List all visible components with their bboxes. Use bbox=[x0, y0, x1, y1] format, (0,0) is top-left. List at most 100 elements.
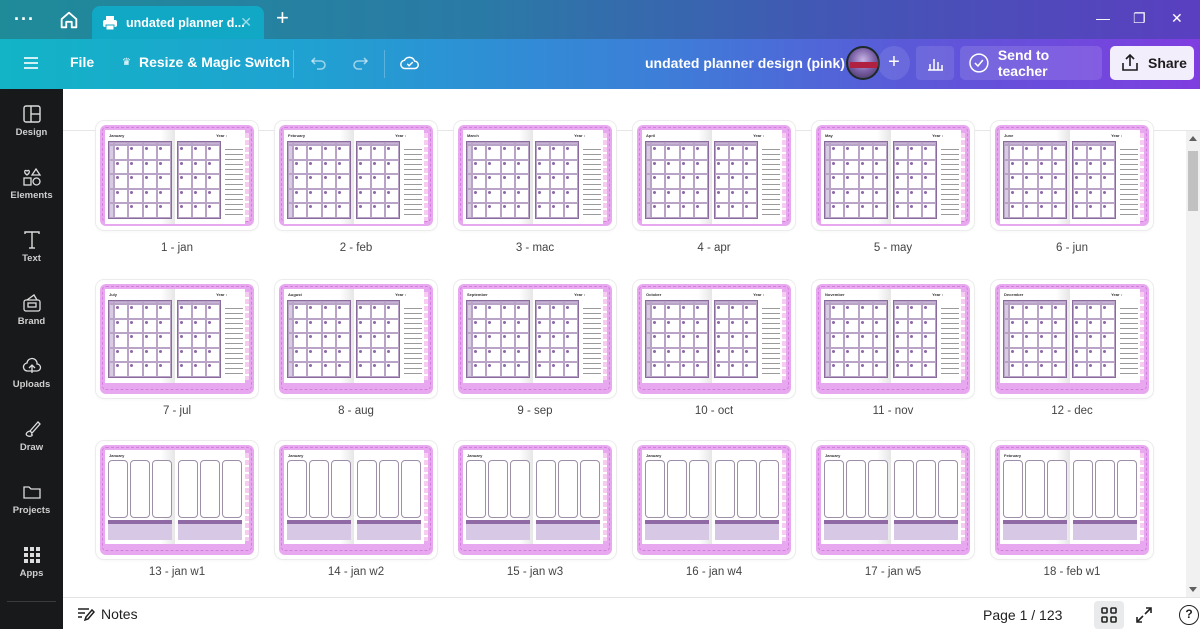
page-month-title: January bbox=[288, 453, 304, 458]
file-menu-button[interactable]: File bbox=[70, 54, 94, 70]
minimize-button[interactable]: — bbox=[1096, 10, 1110, 26]
page-thumbnail[interactable]: February bbox=[991, 441, 1153, 559]
side-tabs bbox=[782, 292, 786, 380]
day-column bbox=[1095, 460, 1115, 518]
home-icon[interactable] bbox=[58, 9, 80, 31]
sidebar-item-text[interactable]: Text bbox=[0, 230, 63, 286]
notes-box bbox=[287, 520, 351, 540]
scrollbar-thumb[interactable] bbox=[1188, 151, 1198, 211]
side-tabs bbox=[245, 133, 249, 221]
close-tab-icon[interactable]: ✕ bbox=[240, 14, 252, 31]
page-thumbnail[interactable]: October Year : bbox=[633, 280, 795, 398]
side-tabs bbox=[603, 292, 607, 380]
page-thumbnail[interactable]: January bbox=[275, 441, 437, 559]
sidebar-item-brand[interactable]: Brand bbox=[0, 293, 63, 349]
scroll-down-arrow[interactable] bbox=[1189, 587, 1197, 592]
sidebar-item-uploads[interactable]: Uploads bbox=[0, 356, 63, 412]
month-grid bbox=[1003, 141, 1067, 219]
browser-titlebar: ··· undated planner d... ✕ + — ❐ ✕ bbox=[0, 0, 1200, 39]
sidebar-item-projects[interactable]: Projects bbox=[0, 482, 63, 538]
fullscreen-icon[interactable] bbox=[1135, 606, 1153, 624]
page-thumbnail[interactable]: May Year : bbox=[812, 121, 974, 230]
page-thumbnail[interactable]: August Year : bbox=[275, 280, 437, 398]
day-column bbox=[824, 460, 844, 518]
sidebar-item-design[interactable]: Design bbox=[0, 104, 63, 160]
month-grid bbox=[287, 141, 351, 219]
page-thumbnail[interactable]: December Year : bbox=[991, 280, 1153, 398]
document-tab[interactable]: undated planner d... ✕ bbox=[92, 6, 264, 39]
redo-icon[interactable] bbox=[350, 53, 370, 73]
page-label: 4 - apr bbox=[697, 242, 731, 254]
notes-box bbox=[466, 520, 530, 540]
page-thumbnail[interactable]: January bbox=[96, 441, 258, 559]
page-month-title: August bbox=[288, 292, 302, 297]
day-column bbox=[1073, 460, 1093, 518]
left-page: January bbox=[284, 450, 354, 544]
insights-button[interactable] bbox=[916, 46, 954, 80]
notes-button[interactable]: Notes bbox=[77, 606, 138, 622]
page-thumbnail[interactable]: January bbox=[454, 441, 616, 559]
notes-lines bbox=[404, 145, 422, 217]
hamburger-icon[interactable] bbox=[22, 54, 40, 72]
month-grid bbox=[893, 141, 937, 219]
grid-view-button[interactable] bbox=[1094, 601, 1124, 629]
page-indicator: Page 1 / 123 bbox=[983, 607, 1063, 623]
sidebar-item-elements[interactable]: Elements bbox=[0, 167, 63, 223]
left-page: January bbox=[105, 130, 175, 224]
sidebar-item-apps[interactable]: Apps bbox=[0, 545, 63, 601]
sidebar-item-draw[interactable]: Draw bbox=[0, 419, 63, 475]
resize-magic-switch-button[interactable]: ♛ Resize & Magic Switch bbox=[122, 54, 290, 70]
restore-button[interactable]: ❐ bbox=[1133, 10, 1146, 27]
undo-icon[interactable] bbox=[309, 53, 329, 73]
share-button[interactable]: Share bbox=[1110, 46, 1194, 80]
page-thumbnail[interactable]: January bbox=[633, 441, 795, 559]
notes-box bbox=[536, 520, 600, 540]
scroll-up-arrow[interactable] bbox=[1189, 136, 1197, 141]
close-window-button[interactable]: ✕ bbox=[1171, 10, 1183, 27]
left-page: March bbox=[463, 130, 533, 224]
page-thumbnail[interactable]: January Year : bbox=[96, 121, 258, 230]
left-page: October bbox=[642, 289, 712, 383]
notes-lines bbox=[762, 145, 780, 217]
month-grid bbox=[535, 141, 579, 219]
cloud-check-icon[interactable] bbox=[399, 52, 421, 74]
page-thumbnail[interactable]: June Year : bbox=[991, 121, 1153, 230]
right-page: Year : bbox=[712, 130, 782, 224]
avatar[interactable] bbox=[846, 46, 880, 80]
page-thumbnail[interactable]: February Year : bbox=[275, 121, 437, 230]
page-thumbnail[interactable]: September Year : bbox=[454, 280, 616, 398]
month-grid bbox=[1072, 300, 1116, 378]
notes-box bbox=[824, 520, 888, 540]
new-tab-button[interactable]: + bbox=[276, 7, 289, 29]
cloud-upload-icon bbox=[22, 357, 41, 373]
notes-lines bbox=[1120, 304, 1138, 376]
page-label: 3 - mac bbox=[515, 242, 555, 254]
year-label: Year : bbox=[1111, 133, 1122, 138]
page-label: 15 - jan w3 bbox=[506, 566, 564, 578]
year-label: Year : bbox=[753, 133, 764, 138]
document-title[interactable]: undated planner design (pink) bbox=[645, 55, 845, 71]
send-to-teacher-button[interactable]: Send to teacher bbox=[960, 46, 1102, 80]
page-month-title: July bbox=[109, 292, 118, 297]
page-label: 7 - jul bbox=[162, 405, 192, 417]
page-thumbnail[interactable]: November Year : bbox=[812, 280, 974, 398]
month-grid bbox=[645, 141, 709, 219]
page-thumbnail[interactable]: April Year : bbox=[633, 121, 795, 230]
month-grid bbox=[893, 300, 937, 378]
page-thumbnail[interactable]: March Year : bbox=[454, 121, 616, 230]
left-page: July bbox=[105, 289, 175, 383]
month-grid bbox=[645, 300, 709, 378]
notes-lines bbox=[1120, 145, 1138, 217]
help-button[interactable]: ? bbox=[1179, 605, 1199, 625]
day-column bbox=[1047, 460, 1067, 518]
left-page: June bbox=[1000, 130, 1070, 224]
page-month-title: February bbox=[288, 133, 306, 138]
right-page bbox=[891, 450, 961, 544]
page-thumbnail[interactable]: July Year : bbox=[96, 280, 258, 398]
add-collaborator-button[interactable]: + bbox=[878, 46, 910, 80]
more-dots-icon[interactable]: ··· bbox=[14, 10, 36, 30]
check-circle-icon bbox=[969, 53, 989, 73]
page-thumbnail[interactable]: January bbox=[812, 441, 974, 559]
vertical-scrollbar[interactable] bbox=[1186, 131, 1200, 597]
layout-icon bbox=[22, 105, 41, 123]
